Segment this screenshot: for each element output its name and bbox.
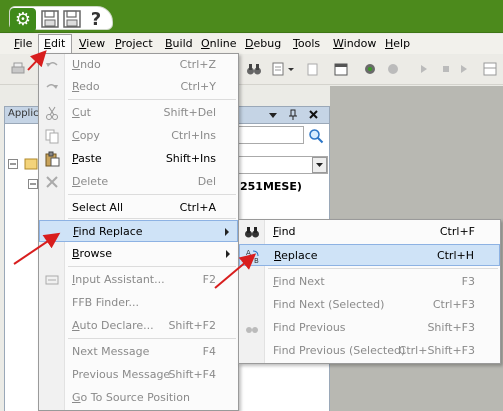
paste-icon	[45, 151, 60, 167]
menu-help[interactable]: Help	[385, 37, 410, 51]
menu-item-go-to-source[interactable]: Go To Source Position	[39, 387, 238, 409]
menu-view[interactable]: View	[79, 37, 105, 51]
menu-tools[interactable]: Tools	[293, 37, 320, 51]
menu-file[interactable]: File	[14, 37, 32, 51]
menu-window[interactable]: Window	[333, 37, 376, 51]
help-icon[interactable]: ?	[86, 8, 106, 30]
menu-project[interactable]: Project	[115, 37, 153, 51]
menu-separator	[68, 266, 236, 267]
disconnect-icon[interactable]	[385, 61, 401, 77]
copy-icon	[45, 129, 59, 144]
menu-item-next-message[interactable]: Next Message F4	[39, 341, 238, 363]
menu-item-delete[interactable]: Delete Del	[39, 171, 238, 193]
calendar-icon[interactable]	[333, 61, 349, 77]
panel-search-field[interactable]	[238, 126, 304, 144]
submenu-item-replace[interactable]: AB Replace Ctrl+H	[239, 244, 500, 266]
submenu-item-find-previous[interactable]: Find Previous Shift+F3	[239, 317, 500, 339]
menu-item-ffb-finder[interactable]: FFB Finder...	[39, 292, 238, 314]
menu-item-auto-declare[interactable]: Auto Declare... Shift+F2	[39, 315, 238, 337]
menu-item-redo[interactable]: Redo Ctrl+Y	[39, 76, 238, 98]
page-icon[interactable]	[304, 61, 320, 77]
chevron-down-icon[interactable]	[312, 157, 327, 173]
print-icon[interactable]	[10, 61, 26, 77]
menu-item-undo[interactable]: Undo Ctrl+Z	[39, 54, 238, 76]
undo-icon	[46, 62, 58, 67]
connect-icon[interactable]	[362, 61, 378, 77]
scissors-icon	[46, 106, 58, 120]
submenu-item-find-previous-selected[interactable]: Find Previous (Selected) Ctrl+Shift+F3	[239, 340, 500, 362]
menu-separator	[68, 218, 236, 219]
menu-edit[interactable]: Edit	[44, 37, 65, 51]
layout-icon[interactable]	[482, 61, 498, 77]
submenu-arrow-icon	[225, 228, 229, 236]
save-all-icon[interactable]	[62, 8, 82, 30]
gear-icon[interactable]: ⚙	[10, 8, 36, 32]
project-icon	[24, 158, 38, 170]
menu-item-input-assistant[interactable]: Input Assistant... F2	[39, 269, 238, 291]
redo-icon	[46, 84, 58, 89]
step-icon[interactable]	[416, 61, 432, 77]
tree-collapse-icon[interactable]	[8, 159, 18, 169]
menu-build[interactable]: Build	[165, 37, 193, 51]
menu-item-select-all[interactable]: Select All Ctrl+A	[39, 197, 238, 219]
menu-item-previous-message[interactable]: Previous Message Shift+F4	[39, 364, 238, 386]
menu-item-paste[interactable]: Paste Shift+Ins	[39, 148, 238, 170]
delete-icon	[46, 176, 58, 188]
device-label: 251MESE)	[240, 180, 302, 193]
search-icon[interactable]	[308, 128, 324, 144]
menu-separator	[68, 99, 236, 100]
save-icon[interactable]	[40, 8, 60, 30]
stop-icon[interactable]	[438, 61, 454, 77]
find-previous-icon	[246, 327, 258, 333]
menu-separator	[268, 268, 498, 269]
close-icon[interactable]	[308, 109, 319, 120]
svg-text:B: B	[254, 257, 259, 264]
tree-collapse-icon[interactable]	[28, 179, 38, 189]
menu-item-copy[interactable]: Copy Ctrl+Ins	[39, 125, 238, 147]
document-icon[interactable]	[270, 61, 286, 77]
menu-item-cut[interactable]: Cut Shift+Del	[39, 102, 238, 124]
menu-online[interactable]: Online	[201, 37, 237, 51]
submenu-item-find-next[interactable]: Find Next F3	[239, 271, 500, 293]
menu-item-browse[interactable]: Browse	[39, 243, 238, 265]
submenu-arrow-icon	[226, 250, 230, 258]
replace-icon: AB	[246, 249, 259, 264]
svg-text:A: A	[246, 249, 251, 257]
binoculars-icon[interactable]	[246, 61, 262, 77]
menu-debug[interactable]: Debug	[245, 37, 281, 51]
pin-icon[interactable]	[288, 109, 298, 121]
submenu-item-find[interactable]: Find Ctrl+F	[239, 221, 500, 243]
dropdown-arrow-icon[interactable]	[287, 61, 295, 77]
menu-item-find-replace[interactable]: Find Replace	[39, 220, 238, 242]
input-assistant-icon	[45, 275, 59, 285]
panel-menu-icon[interactable]	[268, 110, 278, 120]
menu-separator	[68, 194, 236, 195]
binoculars-icon	[245, 227, 259, 238]
run-icon[interactable]	[456, 61, 472, 77]
submenu-item-find-next-selected[interactable]: Find Next (Selected) Ctrl+F3	[239, 294, 500, 316]
menu-separator	[68, 338, 236, 339]
